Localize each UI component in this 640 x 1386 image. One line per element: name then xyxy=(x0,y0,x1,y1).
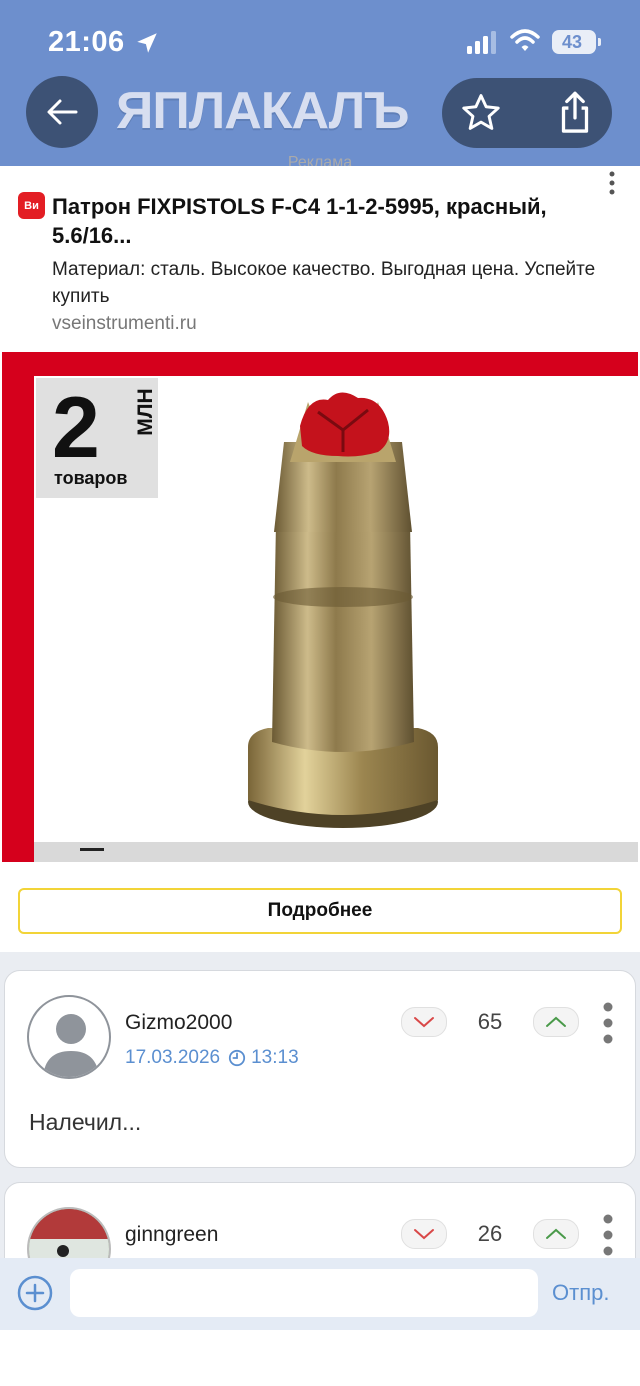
vote-up-button[interactable] xyxy=(533,1219,579,1249)
advertiser-logo: Ви xyxy=(18,192,45,219)
battery-level: 43 xyxy=(561,32,583,52)
avatar[interactable] xyxy=(27,995,111,1079)
top-bar: 21:06 43 ЯПЛАКАЛЪ xyxy=(0,0,640,166)
comment-text: Налечил... xyxy=(29,1109,142,1135)
vote-down-button[interactable] xyxy=(401,1219,447,1249)
status-time: 21:06 xyxy=(48,26,125,58)
ad-more-button[interactable]: Подробнее xyxy=(18,888,622,934)
reply-bar: Отпр. xyxy=(0,1258,640,1330)
battery-indicator: 43 xyxy=(552,30,601,54)
promo-subtitle: товаров xyxy=(54,468,128,488)
comment-date: 17.03.2026 xyxy=(125,1047,221,1068)
comment-rating: 26 xyxy=(477,1221,503,1246)
ad-menu-icon[interactable] xyxy=(600,170,624,196)
comment-time: 13:13 xyxy=(251,1047,299,1068)
send-button[interactable]: Отпр. xyxy=(552,1280,609,1306)
promo-badge: 2 МЛН товаров xyxy=(36,378,158,498)
cartridge-product-image xyxy=(248,392,438,828)
chevron-down-icon xyxy=(414,1017,434,1028)
location-arrow-icon xyxy=(137,33,157,53)
vote-down-button[interactable] xyxy=(401,1007,447,1037)
header-actions xyxy=(442,78,612,148)
add-attachment-icon[interactable] xyxy=(16,1274,54,1312)
logo-text: ЯПЛАКАЛЪ xyxy=(116,82,409,140)
ad-description: Материал: сталь. Высокое качество. Выгод… xyxy=(52,259,596,307)
ad-divider xyxy=(0,166,640,168)
comment-author[interactable]: ginngreen xyxy=(125,1223,218,1247)
share-button[interactable] xyxy=(550,86,600,140)
comment-timestamp[interactable]: 17.03.2026 13:13 xyxy=(125,1047,299,1069)
ad-title[interactable]: Патрон FIXPISTOLS F-C4 1-1-2-5995, красн… xyxy=(52,192,572,250)
wifi-icon xyxy=(510,29,540,51)
share-icon xyxy=(561,91,589,133)
ad-image[interactable]: 2 МЛН товаров xyxy=(2,352,638,862)
reply-input[interactable] xyxy=(70,1269,538,1317)
chevron-up-icon xyxy=(546,1016,566,1027)
comment-card: Gizmo2000 17.03.2026 13:13 65 Налечил... xyxy=(4,970,636,1168)
user-placeholder-icon xyxy=(43,1014,99,1077)
comment-menu-icon[interactable] xyxy=(597,1213,619,1257)
chevron-up-icon xyxy=(546,1228,566,1239)
vote-up-button[interactable] xyxy=(533,1007,579,1037)
comment-author[interactable]: Gizmo2000 xyxy=(125,1011,232,1035)
promo-unit: МЛН xyxy=(134,388,157,436)
site-logo[interactable]: ЯПЛАКАЛЪ xyxy=(116,76,436,146)
ad-domain[interactable]: vseinstrumenti.ru xyxy=(52,313,197,335)
clock-icon xyxy=(228,1049,246,1067)
comment-menu-icon[interactable] xyxy=(597,1001,619,1045)
signal-icon xyxy=(467,31,496,54)
back-button[interactable] xyxy=(26,76,98,148)
promo-number: 2 xyxy=(52,380,100,476)
star-icon xyxy=(462,94,500,130)
chevron-down-icon xyxy=(414,1229,434,1240)
arrow-left-icon xyxy=(47,99,78,125)
comment-rating: 65 xyxy=(477,1009,503,1034)
ad-image-footer xyxy=(34,842,638,862)
ad-label: Реклама xyxy=(287,154,353,171)
favorite-button[interactable] xyxy=(456,88,506,138)
